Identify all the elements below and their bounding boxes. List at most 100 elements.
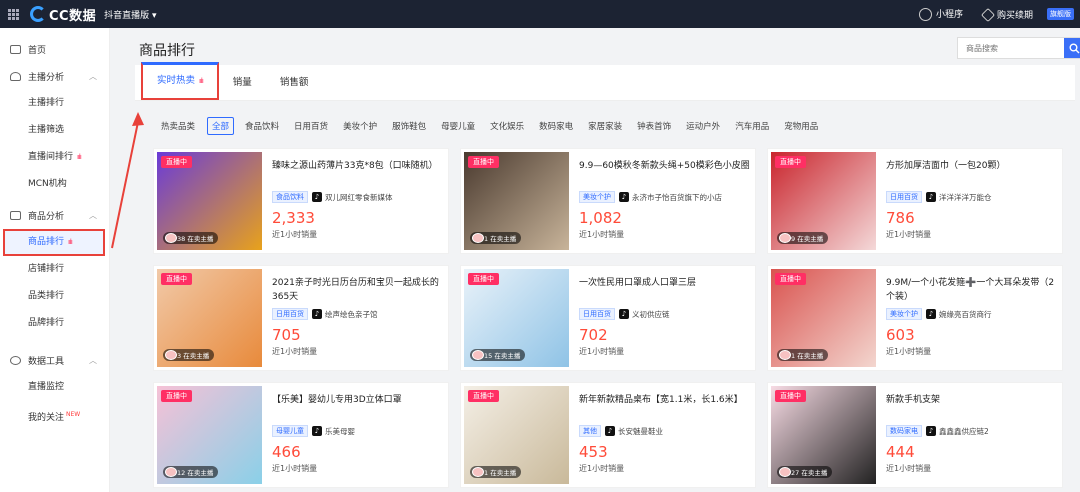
filter-chip[interactable]: 服饰鞋包 (388, 118, 430, 134)
filter-chip[interactable]: 文化娱乐 (486, 118, 528, 134)
sidebar-item-anchor-rank[interactable]: 主播排行 (0, 90, 109, 117)
sidebar-item-product-rank[interactable]: 商品排行 ıılı (3, 229, 105, 256)
brand-logo[interactable]: CC数据 (30, 5, 96, 24)
filter-chip[interactable]: 食品饮料 (241, 118, 283, 134)
selling-anchors-badge[interactable]: 9 在卖主播 (777, 232, 829, 244)
edition-switcher[interactable]: 抖音直播版 ▾ (104, 8, 156, 21)
selling-anchors-badge[interactable]: 12 在卖主播 (163, 466, 219, 478)
product-thumbnail[interactable]: 直播中 3 在卖主播 (157, 269, 262, 367)
product-title[interactable]: 一次性民用口罩成人口罩三层 (579, 276, 752, 306)
sidebar-item-category-rank[interactable]: 品类排行 (0, 283, 109, 310)
product-thumbnail[interactable]: 直播中 15 在卖主播 (464, 269, 569, 367)
product-card[interactable]: 直播中 38 在卖主播 臻味之源山药薄片33克*8包（口味随机） 食品饮料 ♪ 双儿网红零… (153, 148, 449, 254)
sales-label: 近1小时销量 (886, 347, 932, 356)
filter-chip[interactable]: 数码家电 (535, 118, 577, 134)
selling-anchors-badge[interactable]: 38 在卖主播 (163, 232, 219, 244)
selling-anchors-badge[interactable]: 1 在卖主播 (777, 349, 829, 361)
douyin-icon: ♪ (619, 309, 629, 319)
douyin-icon: ♪ (312, 426, 322, 436)
product-title[interactable]: 新款手机支架 (886, 393, 1059, 423)
selling-anchors-badge[interactable]: 3 在卖主播 (163, 349, 215, 361)
product-grid: 直播中 38 在卖主播 臻味之源山药薄片33克*8包（口味随机） 食品饮料 ♪ 双儿网红零… (153, 148, 1071, 488)
tab-sales-amount[interactable]: 销售额 (266, 66, 323, 100)
product-card[interactable]: 直播中 1 在卖主播 新年新款精品桌布【宽1.1米，长1.6米】 其他 ♪ 长安魅曼鞋业 4… (460, 382, 756, 488)
rank-tabs: 实时热卖 ıılı 销量 销售额 (135, 62, 1075, 101)
hourly-sales: 705 (272, 326, 301, 344)
filter-chip[interactable]: 美妆个护 (339, 118, 381, 134)
shop-name[interactable]: 鑫鑫鑫供应链2 (939, 426, 989, 437)
hourly-sales: 1,082 (579, 209, 622, 227)
filter-chip[interactable]: 宠物用品 (780, 118, 822, 134)
sidebar-group-data-tools[interactable]: 数据工具 ︿ (0, 347, 109, 374)
product-card[interactable]: 直播中 1 在卖主播 9.9M/一个小花发箍➕一个大耳朵发带（2个装） 美妆个护 ♪ 婉缘… (767, 265, 1063, 371)
diamond-icon (980, 7, 996, 23)
product-thumbnail[interactable]: 直播中 12 在卖主播 (157, 386, 262, 484)
search-button[interactable] (1064, 38, 1080, 58)
tab-sales-volume[interactable]: 销量 (219, 66, 266, 100)
product-card[interactable]: 直播中 9 在卖主播 方形加厚洁面巾（一包20颗） 日用百货 ♪ 洋洋洋洋万能仓 786 近1… (767, 148, 1063, 254)
shop-name[interactable]: 乐美母婴 (325, 426, 355, 437)
selling-anchors-badge[interactable]: 27 在卖主播 (777, 466, 833, 478)
product-title[interactable]: 2021亲子时光日历台历和宝贝一起成长的365天 (272, 276, 445, 306)
selling-anchors-badge[interactable]: 1 在卖主播 (470, 466, 522, 478)
sidebar-item-my-follows[interactable]: 我的关注 NEW (0, 401, 109, 428)
live-bars-icon: ıılı (199, 77, 204, 85)
product-title[interactable]: 【乐美】婴幼儿专用3D立体口罩 (272, 393, 445, 423)
sidebar-item-mcn[interactable]: MCN机构 (0, 171, 109, 198)
sidebar-item-live-room-rank[interactable]: 直播间排行 ıılı (0, 144, 109, 171)
shop-name[interactable]: 永济市子怡百货旗下的小店 (632, 192, 722, 203)
product-thumbnail[interactable]: 直播中 1 在卖主播 (464, 386, 569, 484)
product-card[interactable]: 直播中 27 在卖主播 新款手机支架 数码家电 ♪ 鑫鑫鑫供应链2 444 近1小时销量 (767, 382, 1063, 488)
douyin-icon: ♪ (312, 309, 322, 319)
shop-name[interactable]: 绘声绘色亲子馆 (325, 309, 378, 320)
product-thumbnail[interactable]: 直播中 38 在卖主播 (157, 152, 262, 250)
product-title[interactable]: 9.9M/一个小花发箍➕一个大耳朵发带（2个装） (886, 276, 1059, 306)
apps-grid-icon[interactable] (0, 0, 26, 28)
filter-chip[interactable]: 汽车用品 (731, 118, 773, 134)
product-title[interactable]: 臻味之源山药薄片33克*8包（口味随机） (272, 159, 445, 189)
brand-name: CC数据 (49, 8, 97, 24)
mini-program-link[interactable]: 小程序 (918, 7, 963, 21)
sidebar-item-home[interactable]: 首页 (0, 36, 109, 63)
product-card[interactable]: 直播中 1 在卖主播 9.9—60模秋冬新款头绳+50模彩色小皮圈 美妆个护 ♪ 永济市子… (460, 148, 756, 254)
filter-label: 热卖品类 (161, 122, 196, 132)
product-card[interactable]: 直播中 12 在卖主播 【乐美】婴幼儿专用3D立体口罩 母婴儿童 ♪ 乐美母婴 466 近1小… (153, 382, 449, 488)
product-card[interactable]: 直播中 3 在卖主播 2021亲子时光日历台历和宝贝一起成长的365天 日用百货 ♪ 绘声… (153, 265, 449, 371)
chevron-up-icon: ︿ (89, 72, 97, 81)
product-title[interactable]: 方形加厚洁面巾（一包20颗） (886, 159, 1059, 189)
selling-anchors-badge[interactable]: 15 在卖主播 (470, 349, 526, 361)
filter-chip[interactable]: 家居家装 (584, 118, 626, 134)
shop-name[interactable]: 义初供应链 (632, 309, 670, 320)
sidebar-item-live-monitor[interactable]: 直播监控 (0, 374, 109, 401)
sidebar-item-brand-rank[interactable]: 品牌排行 (0, 310, 109, 337)
selling-anchors-badge[interactable]: 1 在卖主播 (470, 232, 522, 244)
sidebar-item-shop-rank[interactable]: 店铺排行 (0, 256, 109, 283)
product-title[interactable]: 新年新款精品桌布【宽1.1米，长1.6米】 (579, 393, 752, 423)
tab-realtime-hot[interactable]: 实时热卖 ıılı (141, 62, 219, 100)
product-thumbnail[interactable]: 直播中 27 在卖主播 (771, 386, 876, 484)
chevron-up-icon: ︿ (89, 211, 97, 220)
shop-name[interactable]: 婉缘亮百货商行 (939, 309, 992, 320)
sales-label: 近1小时销量 (579, 347, 625, 356)
sidebar-group-product[interactable]: 商品分析 ︿ (0, 202, 109, 229)
product-thumbnail[interactable]: 直播中 1 在卖主播 (771, 269, 876, 367)
filter-chip[interactable]: 钟表首饰 (633, 118, 675, 134)
product-title[interactable]: 9.9—60模秋冬新款头绳+50模彩色小皮圈 (579, 159, 752, 189)
shop-name[interactable]: 长安魅曼鞋业 (618, 426, 663, 437)
buy-renew-link[interactable]: 购买续期 (980, 7, 1033, 23)
filter-chip[interactable]: 母婴儿童 (437, 118, 479, 134)
filter-chip[interactable]: 日用百货 (290, 118, 332, 134)
user-icon (10, 72, 21, 81)
sidebar-item-anchor-filter[interactable]: 主播筛选 (0, 117, 109, 144)
product-thumbnail[interactable]: 直播中 1 在卖主播 (464, 152, 569, 250)
shop-name[interactable]: 洋洋洋洋万能仓 (939, 192, 992, 203)
live-tag: 直播中 (468, 156, 499, 168)
sidebar-group-anchor[interactable]: 主播分析 ︿ (0, 63, 109, 90)
search-input[interactable] (958, 38, 1064, 58)
product-card[interactable]: 直播中 15 在卖主播 一次性民用口罩成人口罩三层 日用百货 ♪ 义初供应链 702 近1小时… (460, 265, 756, 371)
product-thumbnail[interactable]: 直播中 9 在卖主播 (771, 152, 876, 250)
shop-name[interactable]: 双儿网红零食新媒体 (325, 192, 393, 203)
filter-chip[interactable]: 运动户外 (682, 118, 724, 134)
filter-chip-all[interactable]: 全部 (207, 117, 235, 135)
category-tag: 其他 (579, 425, 601, 437)
